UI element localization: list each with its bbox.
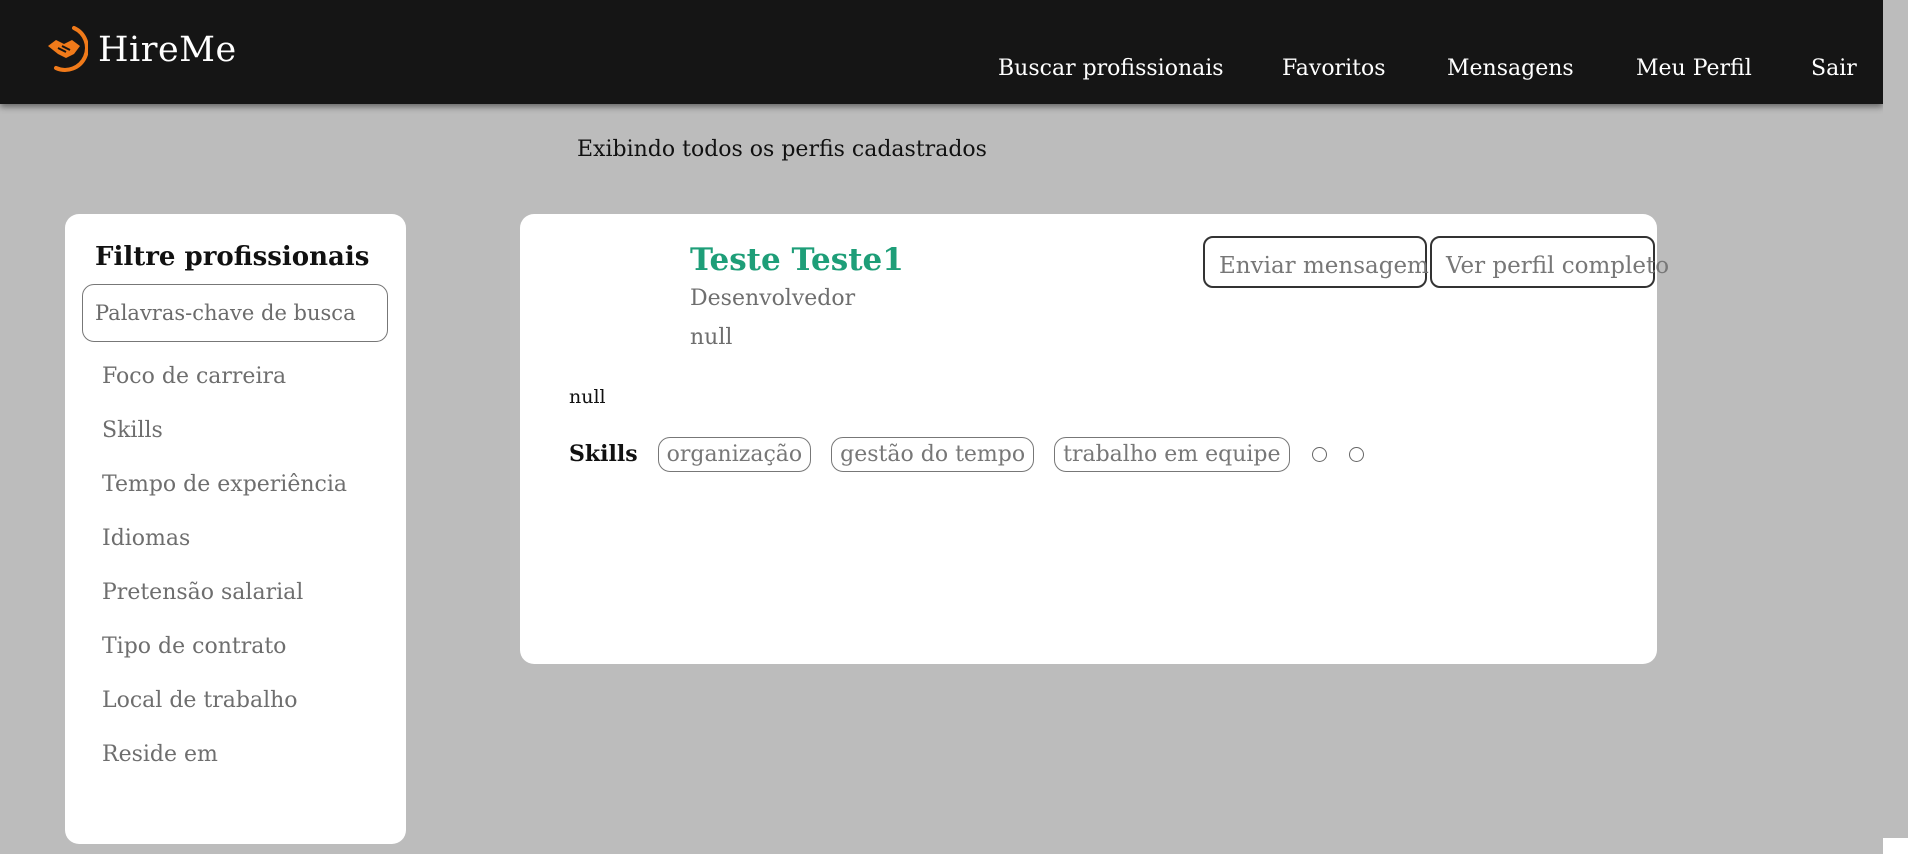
filter-tempo-de-experiencia[interactable]: Tempo de experiência <box>102 472 347 526</box>
skill-chip: trabalho em equipe <box>1054 436 1290 472</box>
skills-label: Skills <box>569 441 638 467</box>
nav-meu-perfil[interactable]: Meu Perfil <box>1636 56 1752 81</box>
filter-panel: Filtre profissionais Foco de carreira Sk… <box>65 214 406 844</box>
filter-reside-em[interactable]: Reside em <box>102 742 347 796</box>
scrollbar-track[interactable] <box>1883 0 1908 854</box>
profile-role: Desenvolvedor <box>690 286 856 311</box>
top-navbar: HireMe Buscar profissionais Favoritos Me… <box>0 0 1883 104</box>
filter-local-de-trabalho[interactable]: Local de trabalho <box>102 688 347 742</box>
nav-mensagens[interactable]: Mensagens <box>1447 56 1574 81</box>
skill-chip: organização <box>657 436 812 472</box>
filter-pretensao-salarial[interactable]: Pretensão salarial <box>102 580 347 634</box>
nav-sair[interactable]: Sair <box>1811 56 1857 81</box>
nav-favoritos[interactable]: Favoritos <box>1282 56 1386 81</box>
empty-skill-dot <box>1311 446 1327 462</box>
filter-foco-de-carreira[interactable]: Foco de carreira <box>102 364 347 418</box>
scrollbar-corner <box>1883 838 1908 854</box>
view-full-profile-button[interactable]: Ver perfil completo <box>1430 236 1669 288</box>
nav-buscar-profissionais[interactable]: Buscar profissionais <box>998 56 1224 81</box>
filter-list: Foco de carreira Skills Tempo de experiê… <box>102 364 347 796</box>
main-nav: Buscar profissionais Favoritos Mensagens… <box>0 56 1883 92</box>
empty-skill-dot <box>1348 446 1364 462</box>
skill-chip: gestão do tempo <box>831 436 1035 472</box>
filter-skills[interactable]: Skills <box>102 418 347 472</box>
profile-bio: null <box>569 386 606 408</box>
results-subtitle: Exibindo todos os perfis cadastrados <box>577 137 987 162</box>
profile-card: Teste Teste1 Desenvolvedor null Enviar m… <box>520 214 1669 664</box>
filter-tipo-de-contrato[interactable]: Tipo de contrato <box>102 634 347 688</box>
profile-location: null <box>690 325 733 350</box>
filter-title: Filtre profissionais <box>95 242 370 272</box>
send-message-button[interactable]: Enviar mensagem <box>1203 236 1429 288</box>
skills-row: Skills organização gestão do tempo traba… <box>569 434 1384 474</box>
filter-idiomas[interactable]: Idiomas <box>102 526 347 580</box>
keyword-search-input[interactable] <box>82 284 388 342</box>
profile-name[interactable]: Teste Teste1 <box>690 242 904 278</box>
